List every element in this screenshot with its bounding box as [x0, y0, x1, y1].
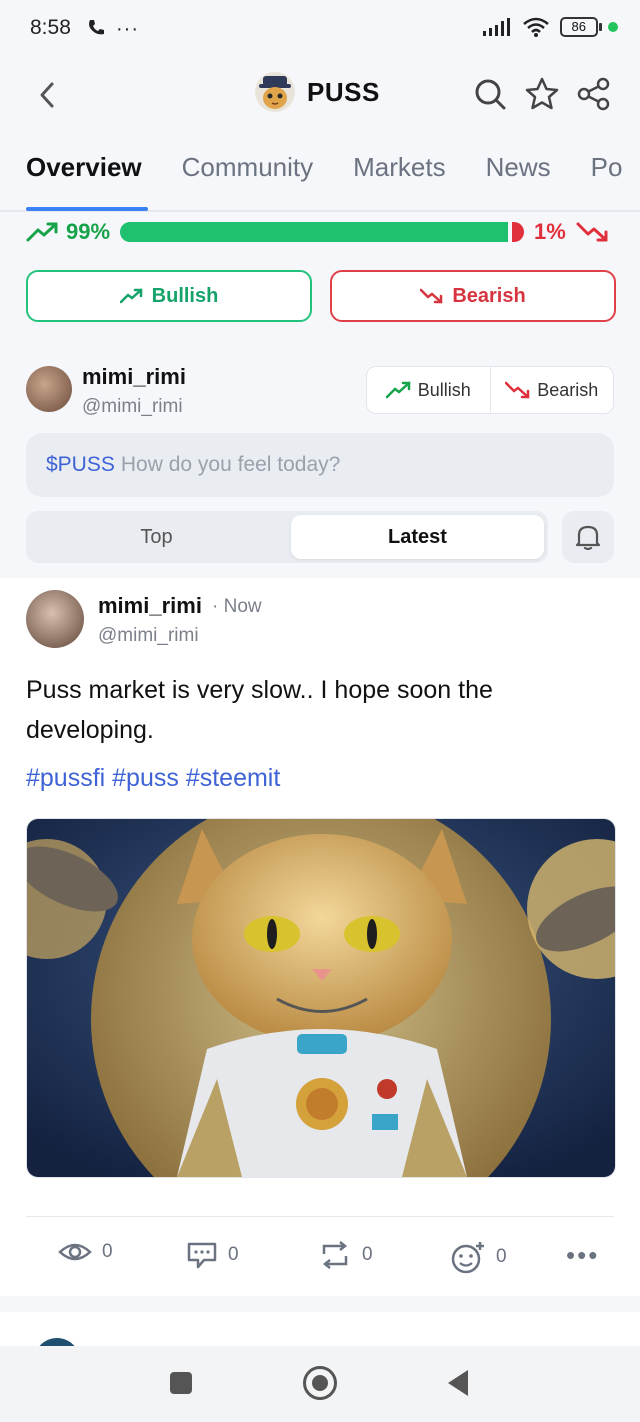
- post-input[interactable]: $PUSS How do you feel today?: [26, 433, 614, 497]
- back-button[interactable]: [34, 78, 64, 112]
- trend-up-icon: [26, 222, 58, 242]
- trend-down-icon: [576, 222, 608, 242]
- status-icons: 86: [482, 16, 618, 38]
- reactions-stat[interactable]: 0: [450, 1240, 507, 1274]
- post-handle: @mimi_rimi: [98, 625, 199, 646]
- post-input-placeholder: How do you feel today?: [120, 453, 341, 476]
- token-title: PUSS: [255, 72, 380, 112]
- bullish-button-label: Bullish: [151, 284, 219, 307]
- home-button[interactable]: [303, 1366, 337, 1400]
- bullish-percent: 99%: [66, 219, 111, 244]
- tab-overview[interactable]: Overview: [26, 152, 142, 183]
- page-title: PUSS: [307, 76, 380, 107]
- reposts-count: 0: [362, 1244, 373, 1265]
- bell-icon: [575, 525, 601, 551]
- ticker-tag: $PUSS: [46, 453, 115, 476]
- next-post-peek: [0, 1312, 640, 1346]
- sentiment-bar: 99% 1%: [26, 216, 616, 248]
- sentiment-selector: Bullish Bearish: [366, 366, 614, 414]
- tab-po[interactable]: Po: [591, 152, 623, 183]
- bearish-bar: [512, 222, 525, 242]
- views-count: 0: [102, 1241, 113, 1262]
- post-avatar[interactable]: [26, 590, 84, 648]
- back-icon: [40, 82, 54, 108]
- comment-icon: [187, 1242, 217, 1269]
- views-stat[interactable]: 0: [58, 1240, 113, 1264]
- composer-handle: @mimi_rimi: [82, 396, 183, 417]
- comments-stat[interactable]: 0: [186, 1240, 239, 1270]
- bullish-button[interactable]: Bullish: [26, 270, 312, 322]
- wifi-icon: [522, 17, 549, 37]
- reactions-count: 0: [496, 1246, 507, 1267]
- composer-avatar: [26, 366, 72, 412]
- sort-top[interactable]: Top: [30, 515, 283, 559]
- search-button[interactable]: [472, 76, 508, 112]
- status-more-icon: ···: [116, 18, 139, 40]
- post-divider: [26, 1216, 614, 1217]
- more-icon[interactable]: •••: [566, 1240, 599, 1271]
- composer-name: mimi_rimi: [82, 364, 186, 389]
- composer-bearish-label: Bearish: [537, 379, 599, 400]
- trend-up-icon: [119, 288, 142, 304]
- tab-bar: Overview Community Markets News Po: [26, 152, 622, 183]
- status-dot: [608, 22, 618, 32]
- post-time: · Now: [212, 596, 262, 617]
- bearish-button[interactable]: Bearish: [330, 270, 616, 322]
- post-hashtags[interactable]: #pussfi #puss #steemit: [26, 764, 280, 793]
- battery-indicator: 86: [559, 17, 603, 37]
- favorite-button[interactable]: [524, 76, 560, 112]
- eye-icon: [58, 1243, 92, 1261]
- composer-bullish-option[interactable]: Bullish: [367, 367, 490, 413]
- tab-news[interactable]: News: [486, 152, 551, 183]
- repost-icon: [322, 1241, 348, 1269]
- bearish-button-label: Bearish: [452, 284, 526, 307]
- tab-markets[interactable]: Markets: [353, 152, 445, 183]
- tab-active-indicator: [26, 207, 148, 211]
- trend-down-icon: [505, 381, 530, 399]
- cat-astronaut-illustration: [27, 819, 615, 1177]
- star-icon: [525, 77, 559, 110]
- sort-toggle: Top Latest: [26, 511, 548, 563]
- sort-latest[interactable]: Latest: [291, 515, 544, 559]
- search-icon: [475, 79, 506, 110]
- system-back-button[interactable]: [448, 1370, 468, 1396]
- notify-button[interactable]: [562, 511, 614, 563]
- reaction-icon: [451, 1242, 484, 1274]
- share-icon: [577, 77, 610, 111]
- trend-up-icon: [385, 381, 410, 399]
- post-image[interactable]: [26, 818, 616, 1178]
- composer-bearish-option[interactable]: Bearish: [489, 367, 614, 413]
- bullish-bar: [120, 222, 509, 242]
- comments-count: 0: [228, 1244, 239, 1265]
- bearish-percent: 1%: [534, 219, 566, 244]
- tab-community[interactable]: Community: [182, 152, 313, 183]
- token-logo: [255, 72, 295, 112]
- post-text: Puss market is very slow.. I hope soon t…: [26, 676, 493, 744]
- share-button[interactable]: [576, 76, 612, 112]
- status-time: 8:58: [30, 16, 71, 39]
- recent-apps-button[interactable]: [170, 1372, 192, 1394]
- phone-icon: [86, 18, 106, 43]
- trend-down-icon: [420, 288, 443, 304]
- post-author[interactable]: mimi_rimi: [98, 593, 202, 619]
- signal-icon: [482, 18, 510, 36]
- reposts-stat[interactable]: 0: [318, 1240, 373, 1270]
- composer-bullish-label: Bullish: [417, 379, 471, 400]
